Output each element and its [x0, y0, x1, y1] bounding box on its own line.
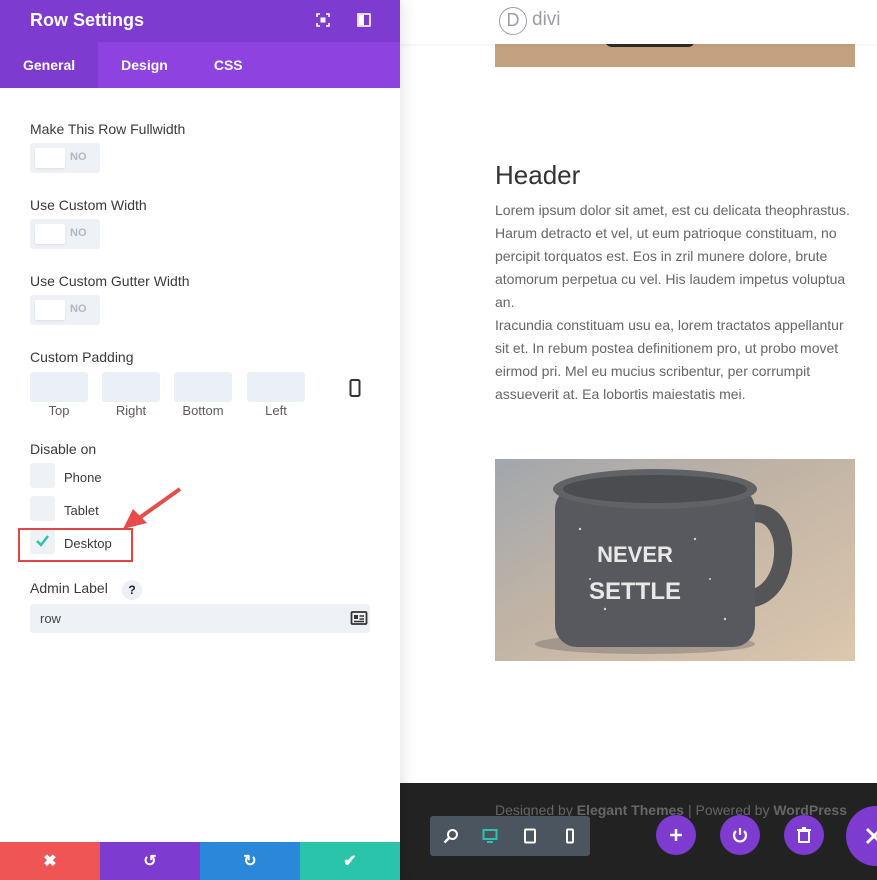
padding-top-label: Top [48, 403, 70, 418]
panel-title: Row Settings [30, 10, 145, 30]
undo-button[interactable]: ↺ [100, 842, 200, 880]
divi-logo-icon[interactable]: D [499, 7, 527, 35]
plus-icon [670, 829, 682, 841]
padding-left-input[interactable] [247, 372, 305, 402]
mug-image: NEVER SETTLE [495, 459, 855, 661]
disable-phone-checkbox[interactable] [30, 463, 55, 488]
padding-bottom-input[interactable] [174, 372, 232, 402]
custom-width-toggle[interactable]: NO [30, 219, 100, 249]
footer-separator: | Powered by [684, 802, 774, 818]
dock-panel-icon[interactable] [357, 13, 371, 27]
close-icon [865, 827, 877, 845]
content-heading: Header [495, 160, 581, 190]
tablet-view-icon[interactable] [522, 828, 538, 844]
custom-width-label: Use Custom Width [30, 197, 147, 213]
content-paragraph-1: Lorem ipsum dolor sit amet, est cu delic… [495, 202, 850, 310]
site-header: D divi [400, 0, 877, 44]
padding-right-label: Right [115, 403, 147, 418]
tab-css[interactable]: CSS [191, 42, 266, 88]
tab-design[interactable]: Design [98, 42, 191, 88]
annotation-arrow-icon [123, 487, 182, 529]
cancel-button[interactable]: ✖ [0, 842, 100, 880]
admin-label-input[interactable]: row [30, 604, 370, 633]
phone-view-icon[interactable] [562, 828, 578, 844]
disable-tablet-label: Tablet [64, 503, 99, 518]
custom-gutter-label: Use Custom Gutter Width [30, 273, 190, 289]
delete-button[interactable] [784, 815, 824, 855]
toggle-value: NO [70, 151, 87, 163]
annotation-highlight-box [18, 528, 133, 562]
zoom-icon[interactable] [443, 828, 459, 844]
view-mode-bar [430, 816, 590, 856]
toggle-knob [35, 148, 65, 168]
phone-responsive-icon[interactable] [349, 379, 361, 397]
padding-left-label: Left [265, 403, 287, 418]
add-button[interactable] [656, 815, 696, 855]
toggle-knob [35, 300, 65, 320]
settings-panel: Row Settings General Design CSS Make Thi… [0, 0, 400, 880]
power-button[interactable] [720, 815, 760, 855]
custom-gutter-toggle[interactable]: NO [30, 295, 100, 325]
toggle-value: NO [70, 303, 87, 315]
help-icon[interactable]: ? [122, 580, 142, 600]
padding-bottom-label: Bottom [182, 403, 224, 418]
top-image [495, 40, 855, 67]
panel-header: Row Settings [0, 0, 400, 42]
desktop-view-icon[interactable] [482, 828, 498, 844]
redo-button[interactable]: ↻ [200, 842, 300, 880]
toggle-value: NO [70, 227, 87, 239]
disable-on-label: Disable on [30, 441, 97, 457]
custom-padding-label: Custom Padding [30, 349, 134, 365]
panel-tabs: General Design CSS [0, 42, 400, 88]
content-paragraph-2: Iracundia constituam usu ea, lorem tract… [495, 317, 844, 402]
disable-phone-label: Phone [64, 470, 102, 485]
padding-right-input[interactable] [102, 372, 160, 402]
save-button[interactable]: ✔ [300, 842, 400, 880]
admin-label-value: row [40, 611, 61, 626]
dynamic-content-icon[interactable] [350, 610, 368, 626]
tab-general[interactable]: General [0, 42, 99, 88]
divi-logo-text[interactable]: divi [532, 9, 561, 31]
fullscreen-icon[interactable] [316, 13, 330, 27]
power-icon [732, 828, 748, 843]
fullwidth-label: Make This Row Fullwidth [30, 121, 186, 137]
trash-icon [797, 827, 811, 843]
fullwidth-toggle[interactable]: NO [30, 143, 100, 173]
panel-action-bar: ✖ ↺ ↻ ✔ [0, 842, 400, 880]
padding-top-input[interactable] [30, 372, 88, 402]
toggle-knob [35, 224, 65, 244]
admin-label-label: Admin Label [30, 580, 108, 596]
disable-tablet-checkbox[interactable] [30, 496, 55, 521]
page-preview: D divi Header Lorem ipsum dolor sit amet… [400, 0, 877, 880]
